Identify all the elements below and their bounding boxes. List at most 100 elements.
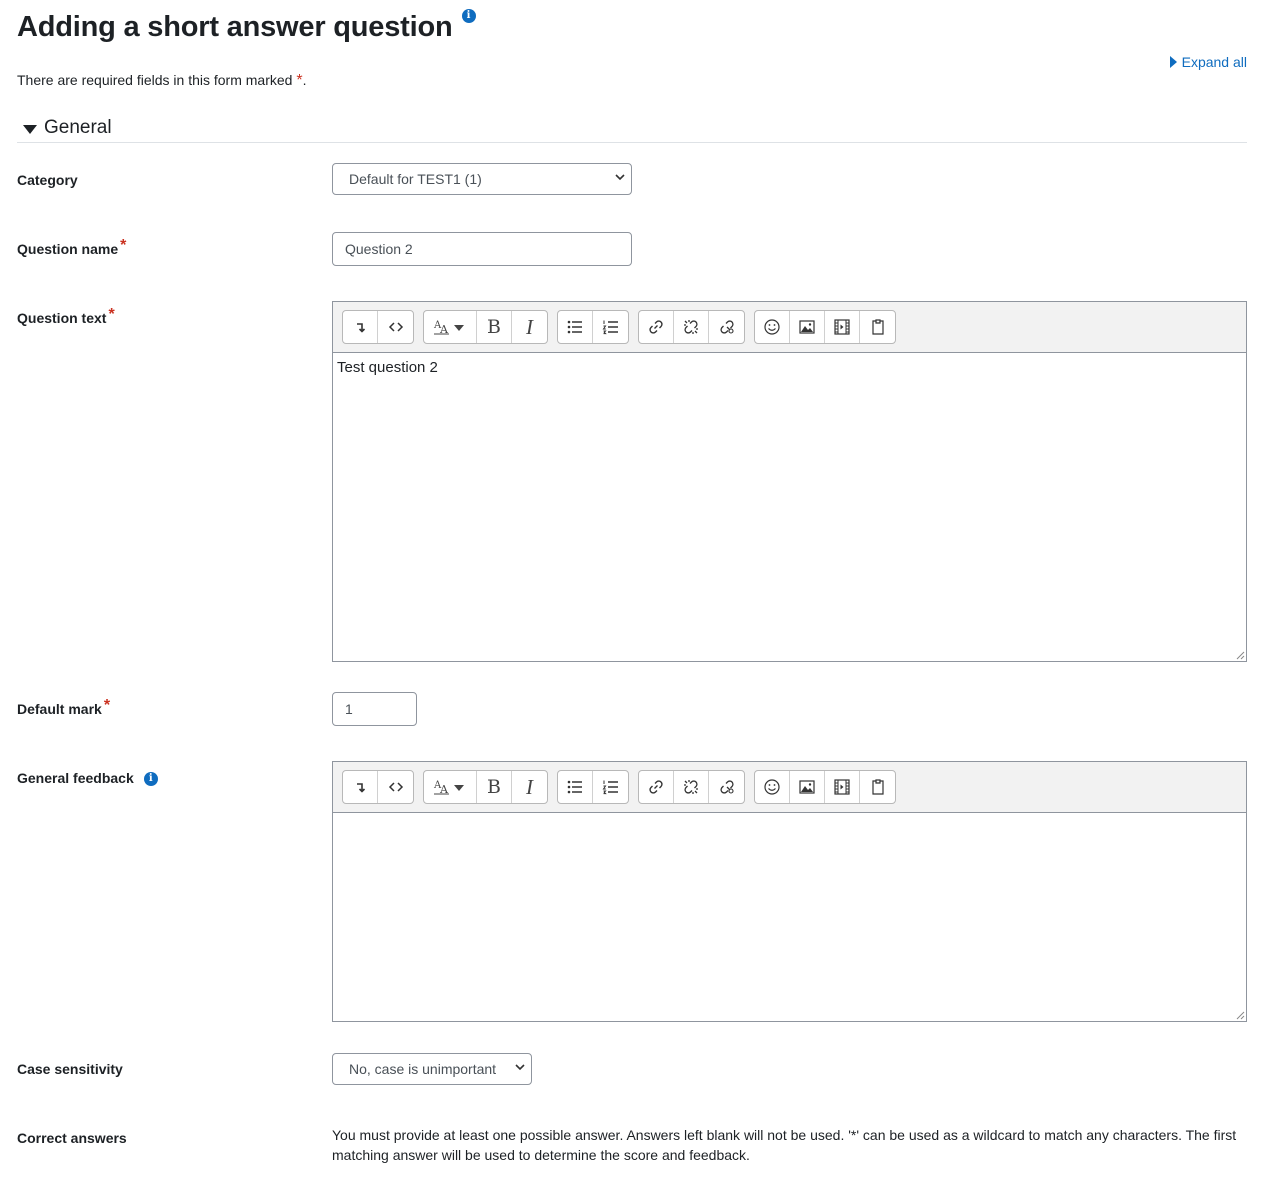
- numbered-list-button[interactable]: [593, 771, 628, 803]
- bullet-list-icon: [566, 318, 584, 336]
- correct-answers-label: Correct answers: [17, 1130, 127, 1146]
- unlink-button[interactable]: [674, 771, 709, 803]
- form-page: Adding a short answer question i Expand …: [17, 0, 1247, 1181]
- italic-icon: I: [526, 314, 533, 339]
- link-icon: [647, 778, 665, 796]
- case-sensitivity-value: No, case is unimportant: [349, 1061, 497, 1077]
- correct-answers-label-text: Correct answers: [17, 1130, 127, 1146]
- default-mark-input[interactable]: [332, 692, 417, 726]
- link-button[interactable]: [639, 311, 674, 343]
- editor-toolbar: AA B I: [333, 302, 1246, 353]
- bold-button[interactable]: B: [477, 771, 512, 803]
- unlink-icon: [682, 778, 700, 796]
- resize-grip-icon[interactable]: [1235, 1010, 1245, 1020]
- media-icon: [833, 778, 851, 796]
- question-name-label: Question name *: [17, 237, 126, 259]
- chevron-down-icon: [515, 1064, 525, 1071]
- section-general-toggle[interactable]: General: [17, 114, 1247, 143]
- html-icon: [387, 778, 405, 796]
- expand-all-link[interactable]: Expand all: [1169, 54, 1247, 70]
- manage-files-button[interactable]: [709, 311, 744, 343]
- question-text-area[interactable]: Test question 2: [333, 353, 1246, 661]
- paste-button[interactable]: [860, 311, 895, 343]
- category-select[interactable]: Default for TEST1 (1): [332, 163, 632, 195]
- case-sensitivity-select[interactable]: No, case is unimportant: [332, 1053, 532, 1085]
- required-marker: *: [103, 697, 111, 714]
- default-mark-label-text: Default mark: [17, 701, 102, 717]
- style-button[interactable]: AA: [424, 311, 477, 343]
- caret-right-icon: [1169, 56, 1177, 68]
- numbered-list-button[interactable]: [593, 311, 628, 343]
- general-feedback-label-text: General feedback: [17, 770, 134, 786]
- image-icon: [798, 778, 816, 796]
- italic-button[interactable]: I: [512, 771, 547, 803]
- manage-files-icon: [718, 778, 736, 796]
- default-mark-label: Default mark *: [17, 697, 110, 719]
- case-sensitivity-label: Case sensitivity: [17, 1061, 123, 1077]
- info-icon[interactable]: i: [461, 9, 476, 23]
- emoticon-icon: [763, 318, 781, 336]
- italic-icon: I: [526, 774, 533, 799]
- collapse-button[interactable]: [343, 311, 378, 343]
- paste-icon: [869, 778, 887, 796]
- style-button[interactable]: AA: [424, 771, 477, 803]
- toolbar-group-1: [342, 770, 414, 804]
- required-note-suffix: .: [302, 72, 307, 88]
- expand-all-label: Expand all: [1181, 54, 1247, 70]
- emoticon-button[interactable]: [755, 311, 790, 343]
- emoticon-button[interactable]: [755, 771, 790, 803]
- italic-button[interactable]: I: [512, 311, 547, 343]
- question-name-input[interactable]: [332, 232, 632, 266]
- toolbar-group-5: [754, 770, 896, 804]
- resize-grip-icon[interactable]: [1235, 650, 1245, 660]
- bold-icon: B: [487, 316, 501, 338]
- numbered-list-icon: [602, 318, 620, 336]
- emoticon-icon: [763, 778, 781, 796]
- paste-button[interactable]: [860, 771, 895, 803]
- toolbar-group-4: [638, 770, 745, 804]
- manage-files-icon: [718, 318, 736, 336]
- toolbar-group-3: [557, 770, 629, 804]
- required-fields-note: There are required fields in this form m…: [17, 72, 306, 90]
- bullet-list-button[interactable]: [558, 771, 593, 803]
- category-select-value: Default for TEST1 (1): [349, 171, 482, 187]
- media-icon: [833, 318, 851, 336]
- unlink-button[interactable]: [674, 311, 709, 343]
- toolbar-group-1: [342, 310, 414, 344]
- numbered-list-icon: [602, 778, 620, 796]
- image-button[interactable]: [790, 311, 825, 343]
- caret-down-icon: [23, 124, 37, 134]
- media-button[interactable]: [825, 771, 860, 803]
- general-feedback-label: General feedback i: [17, 770, 158, 786]
- chevron-down-icon: [615, 174, 625, 181]
- html-button[interactable]: [378, 771, 413, 803]
- bold-button[interactable]: B: [477, 311, 512, 343]
- collapse-button[interactable]: [343, 771, 378, 803]
- question-text-editor: AA B I Test question 2: [332, 301, 1247, 662]
- question-text-label: Question text *: [17, 306, 115, 328]
- image-icon: [798, 318, 816, 336]
- general-feedback-area[interactable]: [333, 813, 1246, 1021]
- info-icon[interactable]: i: [143, 772, 158, 786]
- category-label-text: Category: [17, 172, 78, 188]
- unlink-icon: [682, 318, 700, 336]
- image-button[interactable]: [790, 771, 825, 803]
- toolbar-group-5: [754, 310, 896, 344]
- bullet-list-button[interactable]: [558, 311, 593, 343]
- toolbar-group-4: [638, 310, 745, 344]
- bullet-list-icon: [566, 778, 584, 796]
- link-button[interactable]: [639, 771, 674, 803]
- style-icon: AA: [433, 778, 467, 796]
- media-button[interactable]: [825, 311, 860, 343]
- category-label: Category: [17, 172, 78, 188]
- toolbar-group-2: AA B I: [423, 310, 548, 344]
- question-text-label-text: Question text: [17, 310, 107, 326]
- bold-icon: B: [487, 776, 501, 798]
- title-row: Adding a short answer question i: [17, 8, 476, 46]
- manage-files-button[interactable]: [709, 771, 744, 803]
- case-sensitivity-label-text: Case sensitivity: [17, 1061, 123, 1077]
- html-button[interactable]: [378, 311, 413, 343]
- collapse-icon: [351, 318, 369, 336]
- editor-toolbar: AA B I: [333, 762, 1246, 813]
- question-name-label-text: Question name: [17, 241, 119, 257]
